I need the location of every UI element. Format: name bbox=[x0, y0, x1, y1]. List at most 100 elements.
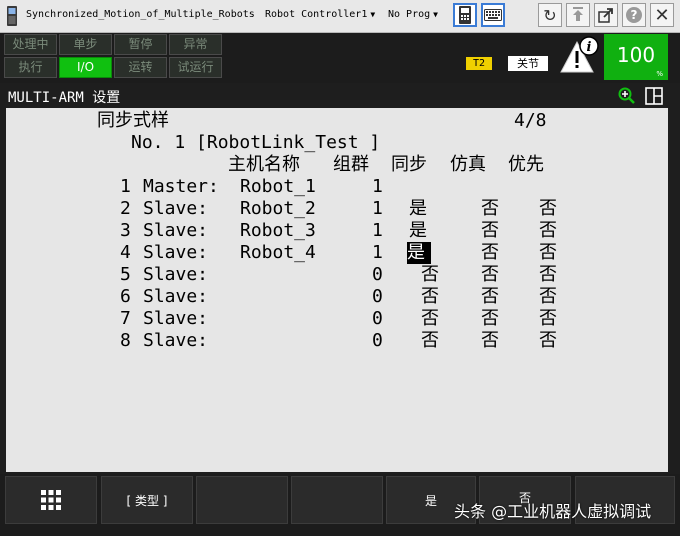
override-value: 100 bbox=[616, 43, 656, 67]
page-indicator: 4/8 bbox=[514, 110, 547, 131]
row-sync[interactable]: 否 bbox=[421, 308, 439, 330]
teach-pendant-button[interactable] bbox=[453, 3, 477, 27]
chevron-down-icon: ▼ bbox=[370, 10, 376, 19]
hold-icon bbox=[573, 7, 583, 21]
row-sync[interactable]: 否 bbox=[421, 264, 439, 286]
indicator-run: 执行 bbox=[4, 57, 57, 78]
coord-badge: 关节 bbox=[508, 56, 548, 71]
controller-select-value: Robot Controller1 bbox=[265, 9, 368, 20]
row-index: 2 bbox=[120, 198, 131, 219]
row-priority[interactable]: 否 bbox=[539, 286, 557, 308]
row-simulate[interactable]: 否 bbox=[481, 286, 499, 308]
f3-button[interactable] bbox=[291, 476, 383, 524]
keyboard-icon bbox=[484, 9, 502, 21]
controller-select[interactable]: Robot Controller1 ▼ bbox=[265, 9, 375, 20]
row-index: 3 bbox=[120, 220, 131, 241]
row-group[interactable]: 0 bbox=[372, 286, 383, 308]
screen-title: MULTI-ARM 设置 bbox=[8, 90, 121, 106]
row-group[interactable]: 0 bbox=[372, 330, 383, 352]
speed-override[interactable]: 100 % bbox=[604, 34, 668, 80]
multiarm-setup-screen: 同步式样 4/8 No. 1 [RobotLink_Test ] 主机名称 组群… bbox=[6, 108, 668, 472]
row-simulate[interactable]: 否 bbox=[481, 264, 499, 286]
chevron-down-icon: ▼ bbox=[433, 10, 438, 19]
f1-type-button[interactable]: [ 类型 ] bbox=[101, 476, 193, 524]
split-window-icon[interactable] bbox=[645, 87, 663, 105]
row-role: Slave: bbox=[143, 308, 209, 329]
mode-badge: T2 bbox=[466, 57, 492, 70]
row-sync[interactable]: 否 bbox=[421, 286, 439, 308]
row-simulate[interactable]: 否 bbox=[481, 242, 499, 264]
row-index: 1 bbox=[120, 176, 131, 197]
column-header-priority: 优先 bbox=[508, 154, 544, 175]
row-group[interactable]: 1 bbox=[372, 176, 383, 198]
row-priority[interactable]: 否 bbox=[539, 198, 557, 220]
row-role: Slave: bbox=[143, 286, 209, 307]
screen-header: MULTI-ARM 设置 bbox=[0, 84, 680, 108]
keyboard-button[interactable] bbox=[481, 3, 505, 27]
zoom-in-icon[interactable] bbox=[618, 87, 636, 105]
row-group[interactable]: 1 bbox=[372, 242, 383, 264]
row-robot[interactable]: Robot_1 bbox=[240, 176, 316, 198]
program-select[interactable]: No Prog ▼ bbox=[388, 9, 438, 20]
row-robot[interactable]: Robot_3 bbox=[240, 220, 316, 242]
window-title: Synchronized_Motion_of_Multiple_Robots bbox=[26, 9, 255, 20]
indicator-test-cycle: 试运行 bbox=[169, 57, 222, 78]
row-role: Slave: bbox=[143, 264, 209, 285]
row-group[interactable]: 1 bbox=[372, 220, 383, 242]
share-arrow-icon bbox=[598, 8, 613, 23]
row-simulate[interactable]: 否 bbox=[481, 220, 499, 242]
row-group[interactable]: 0 bbox=[372, 264, 383, 286]
help-button[interactable]: ? bbox=[622, 3, 646, 27]
indicator-step: 单步 bbox=[59, 34, 112, 55]
indicator-prod: 运转 bbox=[114, 57, 167, 78]
grid-menu-icon bbox=[41, 490, 61, 510]
column-header-group: 组群 bbox=[333, 154, 369, 175]
close-icon: ✕ bbox=[654, 4, 670, 26]
screen-heading: 同步式样 bbox=[97, 110, 169, 131]
row-priority[interactable]: 否 bbox=[539, 330, 557, 352]
row-priority[interactable]: 否 bbox=[539, 264, 557, 286]
teach-pendant-icon bbox=[7, 6, 17, 26]
row-simulate[interactable]: 否 bbox=[481, 308, 499, 330]
row-priority[interactable]: 否 bbox=[539, 308, 557, 330]
row-index: 5 bbox=[120, 264, 131, 285]
indicator-busy: 处理中 bbox=[4, 34, 57, 55]
row-sync[interactable]: 是 bbox=[409, 198, 427, 220]
row-group[interactable]: 1 bbox=[372, 198, 383, 220]
row-sync-cursor[interactable]: 是 bbox=[407, 242, 431, 264]
row-robot[interactable]: Robot_2 bbox=[240, 198, 316, 220]
row-sync[interactable]: 否 bbox=[421, 330, 439, 352]
row-simulate[interactable]: 否 bbox=[481, 330, 499, 352]
row-role: Master: bbox=[143, 176, 219, 197]
help-icon: ? bbox=[626, 7, 642, 23]
indicator-hold: 暂停 bbox=[114, 34, 167, 55]
row-group[interactable]: 0 bbox=[372, 308, 383, 330]
row-index: 6 bbox=[120, 286, 131, 307]
row-index: 4 bbox=[120, 242, 131, 263]
external-link-button[interactable] bbox=[594, 3, 618, 27]
row-index: 8 bbox=[120, 330, 131, 351]
row-role: Slave: bbox=[143, 220, 209, 241]
pendant-icon bbox=[459, 6, 471, 24]
row-robot[interactable]: Robot_4 bbox=[240, 242, 316, 264]
row-role: Slave: bbox=[143, 330, 209, 351]
row-priority[interactable]: 否 bbox=[539, 220, 557, 242]
indicator-fault: 异常 bbox=[169, 34, 222, 55]
menu-grid-button[interactable] bbox=[5, 476, 97, 524]
row-priority[interactable]: 否 bbox=[539, 242, 557, 264]
override-unit: % bbox=[656, 70, 663, 78]
f2-button[interactable] bbox=[196, 476, 288, 524]
hold-button[interactable] bbox=[566, 3, 590, 27]
row-sync[interactable]: 是 bbox=[409, 220, 427, 242]
program-line: No. 1 [RobotLink_Test ] bbox=[131, 132, 381, 153]
svg-text:i: i bbox=[587, 40, 592, 55]
row-index: 7 bbox=[120, 308, 131, 329]
reset-button[interactable]: ↻ bbox=[538, 3, 562, 27]
column-header-host-name: 主机名称 bbox=[228, 154, 300, 175]
svg-text:?: ? bbox=[631, 8, 638, 22]
row-simulate[interactable]: 否 bbox=[481, 198, 499, 220]
close-button[interactable]: ✕ bbox=[650, 3, 674, 27]
row-role: Slave: bbox=[143, 242, 209, 263]
warning-info-icon[interactable]: i bbox=[558, 36, 600, 74]
indicator-io: I/O bbox=[59, 57, 112, 78]
